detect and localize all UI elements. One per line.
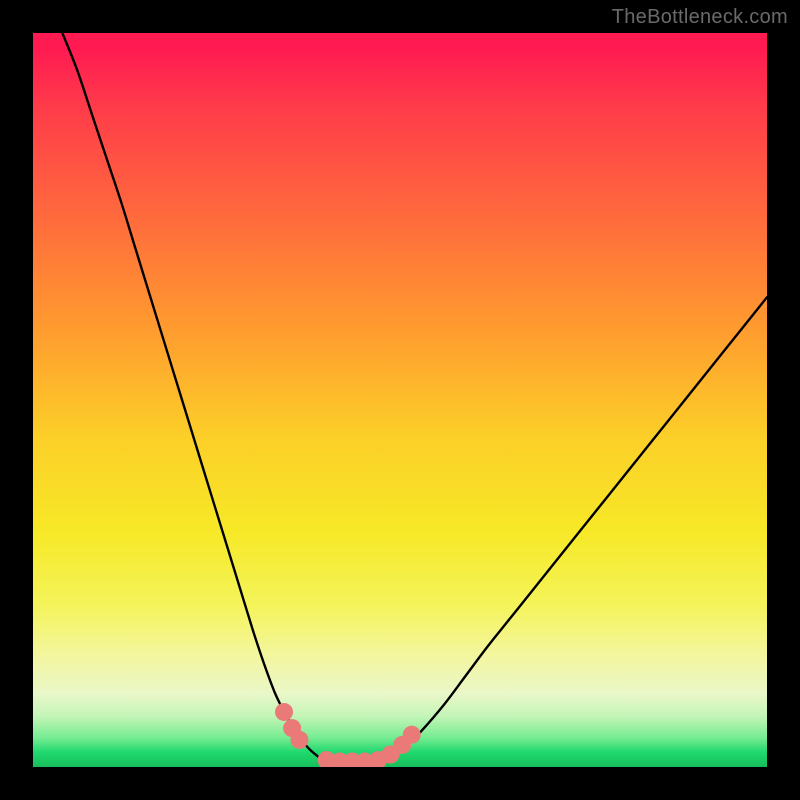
chart-frame: TheBottleneck.com xyxy=(0,0,800,800)
marker-dot xyxy=(275,703,293,721)
curve-right xyxy=(378,297,767,762)
curves-overlay xyxy=(33,33,767,767)
plot-area xyxy=(33,33,767,767)
marker-dot xyxy=(403,726,421,744)
marker-dots xyxy=(275,703,421,767)
marker-dot xyxy=(290,731,308,749)
curve-left xyxy=(62,33,326,762)
watermark-text: TheBottleneck.com xyxy=(612,6,788,29)
